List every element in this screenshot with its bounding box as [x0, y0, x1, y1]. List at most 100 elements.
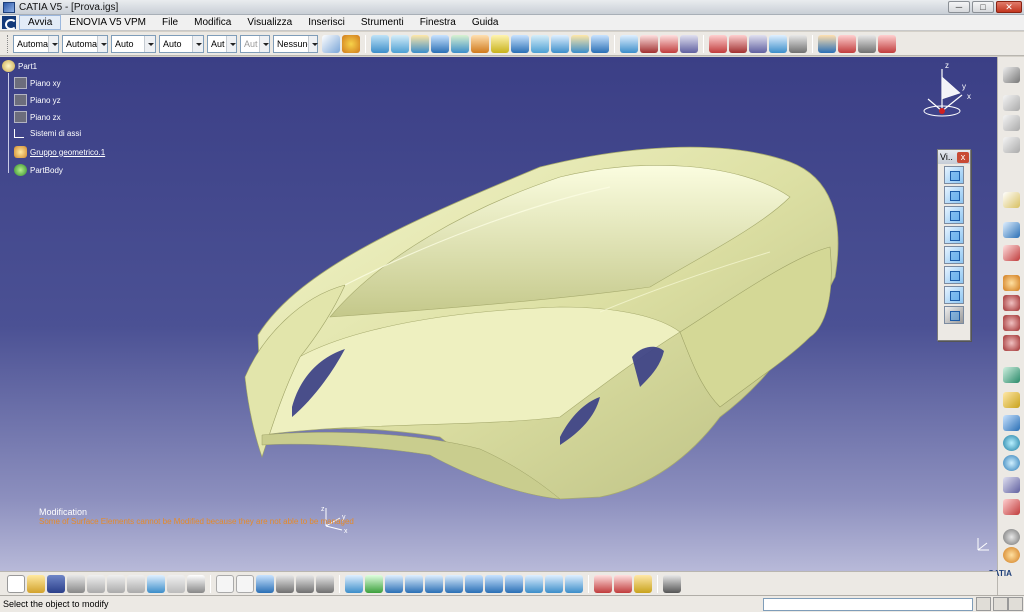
- catalog-browser-icon[interactable]: [276, 574, 294, 593]
- revolve-surface-icon[interactable]: [391, 34, 409, 53]
- sketcher-icon[interactable]: [1003, 275, 1020, 291]
- measure-between-icon[interactable]: [594, 574, 612, 593]
- knowledge-icon[interactable]: [1003, 529, 1020, 545]
- measure-inertia-icon[interactable]: [634, 574, 652, 593]
- deformation-icon[interactable]: [1003, 499, 1020, 515]
- properties-icon[interactable]: [342, 34, 360, 53]
- menu-finestra[interactable]: Finestra: [412, 15, 464, 31]
- color-combo[interactable]: Automa: [13, 34, 59, 53]
- fill-icon[interactable]: [491, 34, 509, 53]
- zoom-out-icon[interactable]: [445, 574, 463, 593]
- hide-show-icon[interactable]: [545, 574, 563, 593]
- stop-command-icon[interactable]: [976, 597, 991, 611]
- trim-icon[interactable]: [591, 34, 609, 53]
- multi-view-icon[interactable]: [485, 574, 503, 593]
- line-type-combo[interactable]: Auto: [159, 34, 204, 53]
- extrapolate-icon[interactable]: [709, 34, 727, 53]
- catalog-icon[interactable]: [1003, 547, 1020, 563]
- menu-file[interactable]: File: [154, 15, 186, 31]
- menu-modifica[interactable]: Modifica: [186, 15, 239, 31]
- comment-icon[interactable]: [236, 574, 254, 593]
- undo-icon[interactable]: [147, 574, 165, 593]
- copy-icon[interactable]: [107, 574, 125, 593]
- table-icon[interactable]: [256, 574, 274, 593]
- surface-b-icon[interactable]: [1003, 315, 1020, 331]
- join-icon[interactable]: [551, 34, 569, 53]
- maximize-button[interactable]: □: [972, 1, 994, 13]
- whats-this-icon[interactable]: [187, 574, 205, 593]
- tree-node-piano-xy[interactable]: Piano xy: [14, 77, 61, 89]
- right-view-icon[interactable]: [944, 246, 964, 264]
- offset-surface-icon[interactable]: [451, 34, 469, 53]
- extrude-surface-icon[interactable]: [371, 34, 389, 53]
- fit-all-icon[interactable]: [365, 574, 383, 593]
- front-view-icon[interactable]: [944, 186, 964, 204]
- control-points-icon[interactable]: [1003, 392, 1020, 408]
- zoom-in-icon[interactable]: [425, 574, 443, 593]
- rendering-style-combo[interactable]: Aut: [240, 34, 270, 53]
- toolbar-grip[interactable]: [7, 34, 10, 53]
- menu-visualizza[interactable]: Visualizza: [239, 15, 300, 31]
- sweep-icon[interactable]: [471, 34, 489, 53]
- status-action-icon[interactable]: [993, 597, 1008, 611]
- capture-icon[interactable]: [663, 574, 681, 593]
- tree-node-partbody[interactable]: PartBody: [14, 164, 63, 176]
- plane-surface-icon[interactable]: [1003, 415, 1020, 431]
- bottom-view-icon[interactable]: [944, 286, 964, 304]
- tree-node-piano-zx[interactable]: Piano zx: [14, 111, 61, 123]
- rotate-view-icon[interactable]: [405, 574, 423, 593]
- analysis-icon[interactable]: [838, 34, 856, 53]
- scan-icon[interactable]: [316, 574, 334, 593]
- standard-3-icon[interactable]: [1003, 137, 1020, 153]
- power-input-field[interactable]: [763, 598, 973, 611]
- new-file-icon[interactable]: [7, 574, 25, 593]
- compass-widget[interactable]: z y x: [918, 59, 978, 129]
- select-arrow-icon[interactable]: [1003, 192, 1020, 208]
- print-icon[interactable]: [67, 574, 85, 593]
- line-icon[interactable]: [769, 34, 787, 53]
- menu-strumenti[interactable]: Strumenti: [353, 15, 412, 31]
- fly-mode-icon[interactable]: [345, 574, 363, 593]
- normal-view-icon[interactable]: [465, 574, 483, 593]
- format-painter-icon[interactable]: [322, 34, 340, 53]
- menu-guida[interactable]: Guida: [464, 15, 507, 31]
- standard-2-icon[interactable]: [1003, 115, 1020, 131]
- split-icon[interactable]: [571, 34, 589, 53]
- top-view-icon[interactable]: [944, 266, 964, 284]
- tree-node-sistemi-di-assi[interactable]: Sistemi di assi: [14, 129, 81, 138]
- surface-a-icon[interactable]: [1003, 295, 1020, 311]
- layer-combo[interactable]: Nessuno: [273, 34, 318, 53]
- sphere-icon[interactable]: [1003, 435, 1020, 451]
- formula-icon[interactable]: [216, 574, 234, 593]
- rotate-icon[interactable]: [680, 34, 698, 53]
- measure-icon[interactable]: [878, 34, 896, 53]
- plane-icon[interactable]: [789, 34, 807, 53]
- measure-item-icon[interactable]: [614, 574, 632, 593]
- multi-section-icon[interactable]: [511, 34, 529, 53]
- redo-icon[interactable]: [167, 574, 185, 593]
- standard-icon[interactable]: [1003, 95, 1020, 111]
- macro-icon[interactable]: [296, 574, 314, 593]
- sketch-icon[interactable]: [818, 34, 836, 53]
- point-symbol-combo[interactable]: Aut: [207, 34, 237, 53]
- 3d-viewport[interactable]: Part1 Piano xy Piano yz Piano zx Sistemi…: [0, 57, 997, 595]
- menu-avvia[interactable]: Avvia: [19, 15, 62, 30]
- blend-icon[interactable]: [531, 34, 549, 53]
- views-panel-close-icon[interactable]: x: [957, 151, 969, 163]
- extract-icon[interactable]: [620, 34, 638, 53]
- tree-node-part1[interactable]: Part1: [2, 60, 37, 72]
- transparency-combo[interactable]: Automa: [62, 34, 108, 53]
- swap-visible-space-icon[interactable]: [565, 574, 583, 593]
- close-button[interactable]: ✕: [996, 1, 1022, 13]
- named-views-icon[interactable]: [944, 306, 964, 324]
- isometric-cube-icon[interactable]: [505, 574, 523, 593]
- workbench-icon[interactable]: [1003, 67, 1020, 83]
- car-surface-model[interactable]: [0, 57, 997, 595]
- minimize-button[interactable]: ─: [948, 1, 970, 13]
- left-view-icon[interactable]: [944, 226, 964, 244]
- isometric-view-icon[interactable]: [944, 166, 964, 184]
- line-thickness-combo[interactable]: Auto: [111, 34, 156, 53]
- curve-icon[interactable]: [1003, 367, 1020, 383]
- menu-inserisci[interactable]: Inserisci: [300, 15, 353, 31]
- cylinder-surface-icon[interactable]: [431, 34, 449, 53]
